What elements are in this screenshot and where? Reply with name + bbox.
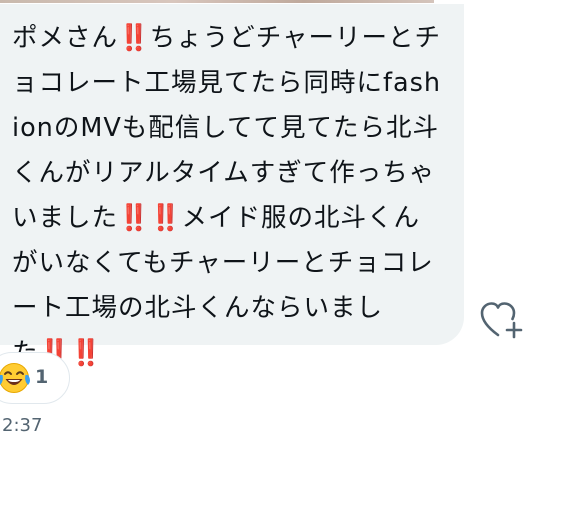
double-exclamation-emoji: ‼️: [118, 23, 150, 53]
message-timestamp: 2:37: [2, 415, 43, 436]
double-exclamation-emoji: ‼️: [70, 338, 102, 368]
previous-media-edge: [0, 0, 434, 3]
double-exclamation-emoji: ‼️: [118, 203, 150, 233]
message-bubble[interactable]: ポメさん‼️ ちょうどチャーリーとチョコレート工場見てたら同時にfashionのM…: [0, 4, 464, 368]
reaction-pill[interactable]: 1: [0, 352, 70, 404]
face-with-tears-of-joy-icon: [0, 363, 30, 393]
add-reaction-button[interactable]: [478, 299, 526, 341]
double-exclamation-emoji: ‼️: [149, 203, 182, 233]
message-text-segment: ちょうどチャーリーとチョコレート工場見てたら同時にfashionのMVも配信して…: [12, 23, 442, 233]
message-text-segment: ポメさん: [12, 23, 119, 53]
dm-conversation-view: ポメさん‼️ ちょうどチャーリーとチョコレート工場見てたら同時にfashionのM…: [0, 0, 584, 517]
heart-plus-icon: [480, 302, 523, 339]
message-text: ポメさん‼️ ちょうどチャーリーとチョコレート工場見てたら同時にfashionのM…: [12, 16, 442, 376]
reaction-count: 1: [35, 366, 49, 388]
